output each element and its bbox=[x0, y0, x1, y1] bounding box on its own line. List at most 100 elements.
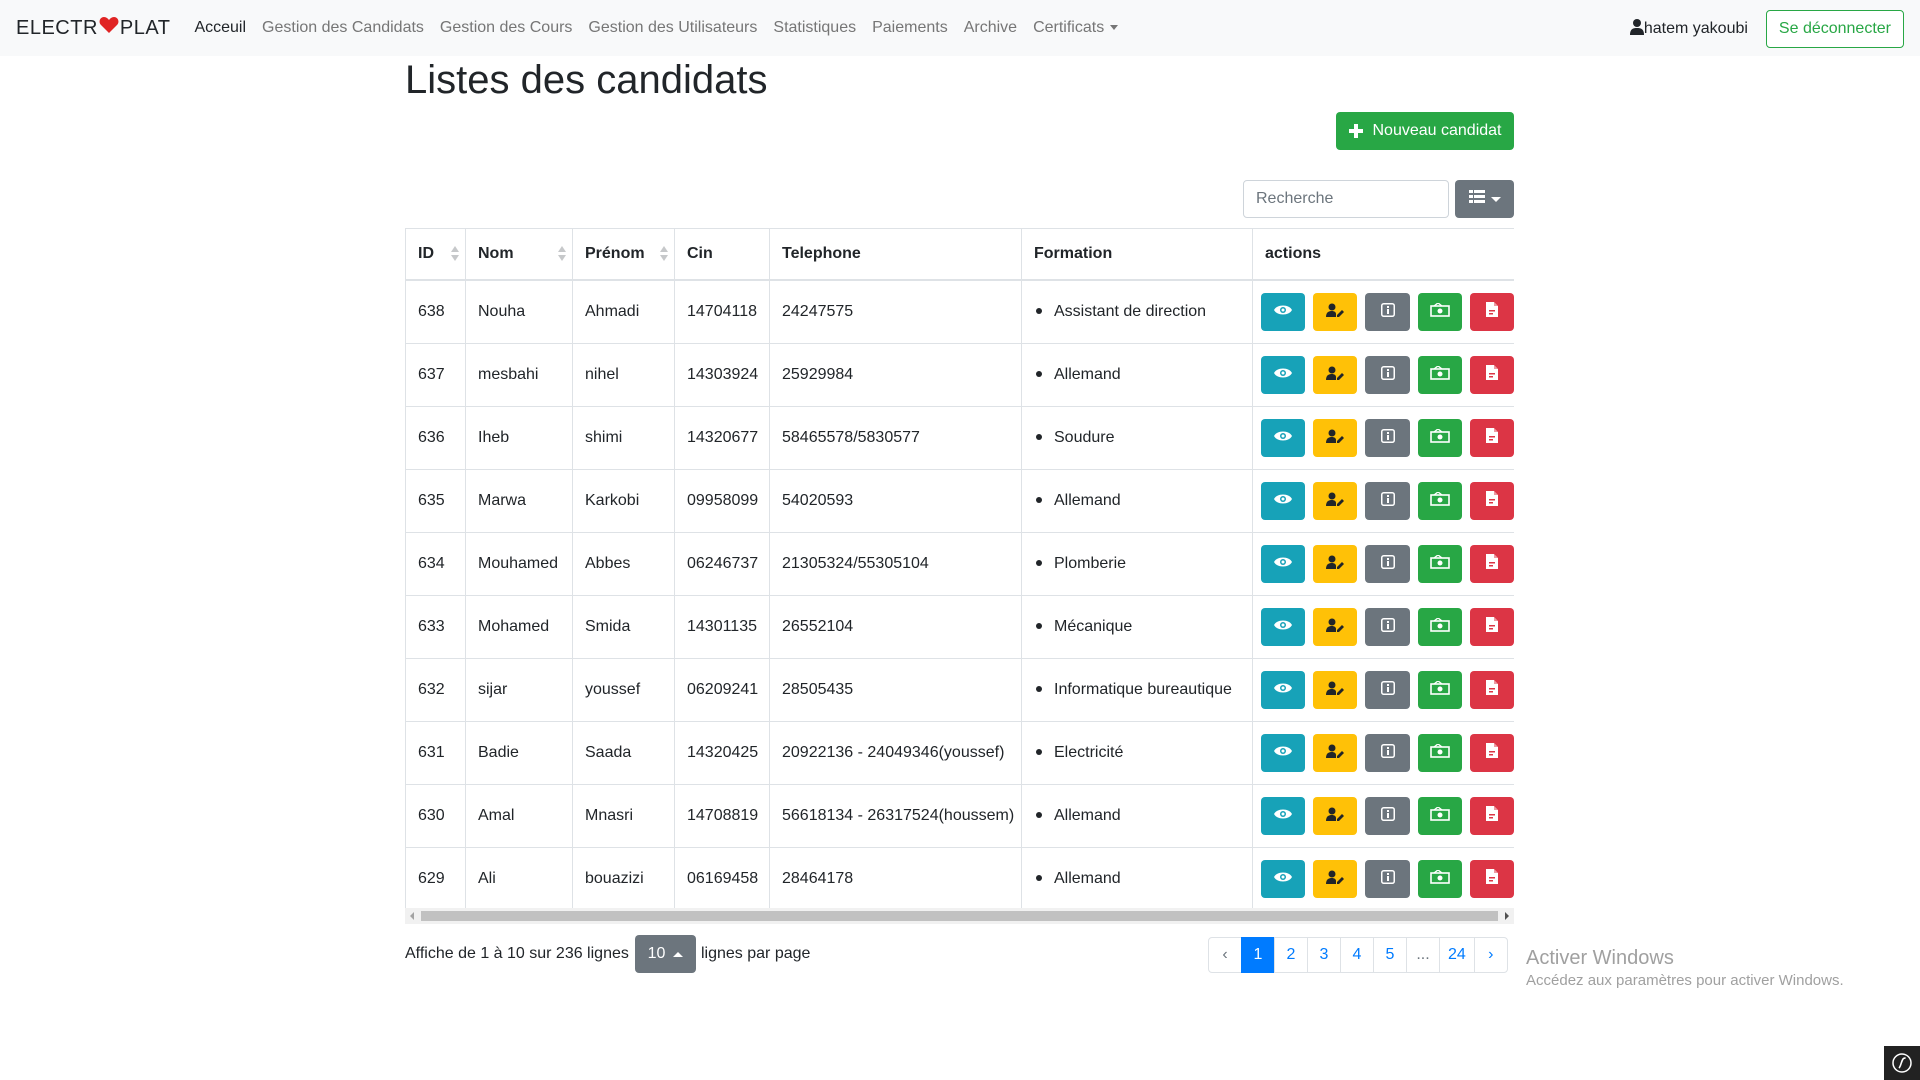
payment-button[interactable] bbox=[1417, 860, 1462, 898]
nav-archive[interactable]: Archive bbox=[956, 19, 1025, 37]
new-candidate-button[interactable]: Nouveau candidat bbox=[1336, 112, 1514, 150]
pdf-button[interactable] bbox=[1469, 860, 1514, 898]
col-header-prenom[interactable]: Prénom bbox=[572, 228, 675, 281]
info-button[interactable] bbox=[1365, 545, 1410, 583]
info-button[interactable] bbox=[1365, 356, 1410, 394]
cell-formation: Allemand bbox=[1021, 784, 1253, 848]
cell-actions bbox=[1252, 847, 1514, 911]
payment-button[interactable] bbox=[1417, 545, 1462, 583]
edit-button[interactable] bbox=[1313, 608, 1358, 646]
cell-telephone: 25929984 bbox=[769, 343, 1022, 407]
scrollbar-thumb[interactable] bbox=[421, 911, 1498, 921]
cell-cin: 06209241 bbox=[674, 658, 770, 722]
pdf-button[interactable] bbox=[1469, 608, 1514, 646]
info-button[interactable] bbox=[1365, 797, 1410, 835]
edit-button[interactable] bbox=[1313, 356, 1358, 394]
formation-label: Allemand bbox=[1054, 870, 1121, 887]
user-edit-icon bbox=[1326, 681, 1345, 700]
pdf-button[interactable] bbox=[1469, 671, 1514, 709]
edit-button[interactable] bbox=[1313, 419, 1358, 457]
info-button[interactable] bbox=[1365, 608, 1410, 646]
view-button[interactable] bbox=[1261, 545, 1306, 583]
columns-toggle-button[interactable] bbox=[1455, 180, 1514, 218]
edit-button[interactable] bbox=[1313, 545, 1358, 583]
pagination-page-4[interactable]: 4 bbox=[1340, 937, 1374, 973]
nav-acceuil[interactable]: Acceuil bbox=[186, 19, 254, 37]
view-button[interactable] bbox=[1261, 293, 1306, 331]
payment-button[interactable] bbox=[1417, 482, 1462, 520]
edit-button[interactable] bbox=[1313, 860, 1358, 898]
nav-statistiques[interactable]: Statistiques bbox=[765, 19, 864, 37]
pdf-button[interactable] bbox=[1469, 419, 1514, 457]
pagination-page-5[interactable]: 5 bbox=[1373, 937, 1407, 973]
pdf-button[interactable] bbox=[1469, 545, 1514, 583]
payment-button[interactable] bbox=[1417, 419, 1462, 457]
pdf-button[interactable] bbox=[1469, 482, 1514, 520]
pdf-button[interactable] bbox=[1469, 293, 1514, 331]
view-button[interactable] bbox=[1261, 419, 1306, 457]
pagination-page-24[interactable]: 24 bbox=[1439, 937, 1475, 973]
info-button[interactable] bbox=[1365, 860, 1410, 898]
pagination-next[interactable]: › bbox=[1473, 937, 1508, 973]
money-bill-icon bbox=[1429, 427, 1450, 448]
col-header-telephone: Telephone bbox=[769, 228, 1022, 281]
cell-actions bbox=[1252, 406, 1514, 470]
payment-button[interactable] bbox=[1417, 608, 1462, 646]
cell-formation: Assistant de direction bbox=[1021, 279, 1253, 344]
view-button[interactable] bbox=[1261, 671, 1306, 709]
symfony-toolbar-icon[interactable] bbox=[1884, 1046, 1920, 1080]
info-icon bbox=[1380, 869, 1395, 889]
logout-button[interactable]: Se déconnecter bbox=[1765, 10, 1904, 48]
edit-button[interactable] bbox=[1313, 671, 1358, 709]
nav-gestion-utilisateurs[interactable]: Gestion des Utilisateurs bbox=[580, 19, 765, 37]
nav-gestion-cours[interactable]: Gestion des Cours bbox=[432, 19, 581, 37]
nav-gestion-candidats[interactable]: Gestion des Candidats bbox=[254, 19, 432, 37]
brand-left: ELECTR bbox=[16, 16, 98, 39]
edit-button[interactable] bbox=[1313, 797, 1358, 835]
cell-telephone: 56618134 - 26317524(houssem) bbox=[769, 784, 1022, 848]
user-menu[interactable]: hatem yakoubi bbox=[1629, 18, 1748, 40]
scroll-right-arrow-icon[interactable] bbox=[1505, 912, 1509, 920]
info-button[interactable] bbox=[1365, 293, 1410, 331]
scroll-left-arrow-icon[interactable] bbox=[410, 912, 414, 920]
pdf-button[interactable] bbox=[1469, 797, 1514, 835]
search-input[interactable] bbox=[1243, 180, 1449, 218]
pagination-prev[interactable]: ‹ bbox=[1208, 937, 1242, 973]
pagination-page-1[interactable]: 1 bbox=[1241, 937, 1275, 973]
view-button[interactable] bbox=[1261, 356, 1306, 394]
payment-button[interactable] bbox=[1417, 734, 1462, 772]
col-header-id[interactable]: ID bbox=[405, 228, 466, 281]
heart-icon bbox=[99, 16, 119, 40]
edit-button[interactable] bbox=[1313, 293, 1358, 331]
col-header-nom[interactable]: Nom bbox=[465, 228, 573, 281]
view-button[interactable] bbox=[1261, 482, 1306, 520]
edit-button[interactable] bbox=[1313, 734, 1358, 772]
page-size-dropdown[interactable]: 10 bbox=[635, 935, 696, 973]
payment-button[interactable] bbox=[1417, 797, 1462, 835]
col-header-cin: Cin bbox=[674, 228, 770, 281]
info-button[interactable] bbox=[1365, 671, 1410, 709]
brand-logo[interactable]: ELECTR PLAT bbox=[16, 16, 170, 40]
table-header-row: ID Nom Prénom Cin Telephone Formation ac… bbox=[405, 228, 1514, 281]
money-bill-icon bbox=[1429, 616, 1450, 637]
info-button[interactable] bbox=[1365, 419, 1410, 457]
info-button[interactable] bbox=[1365, 482, 1410, 520]
horizontal-scrollbar[interactable] bbox=[405, 908, 1514, 924]
nav-paiements[interactable]: Paiements bbox=[864, 19, 956, 37]
payment-button[interactable] bbox=[1417, 293, 1462, 331]
pagination-page-3[interactable]: 3 bbox=[1307, 937, 1341, 973]
nav-certificats-dropdown[interactable]: Certificats bbox=[1025, 19, 1126, 37]
pdf-button[interactable] bbox=[1469, 356, 1514, 394]
view-button[interactable] bbox=[1261, 608, 1306, 646]
info-button[interactable] bbox=[1365, 734, 1410, 772]
view-button[interactable] bbox=[1261, 797, 1306, 835]
view-button[interactable] bbox=[1261, 860, 1306, 898]
payment-button[interactable] bbox=[1417, 671, 1462, 709]
pagination-page-2[interactable]: 2 bbox=[1274, 937, 1308, 973]
payment-button[interactable] bbox=[1417, 356, 1462, 394]
view-button[interactable] bbox=[1261, 734, 1306, 772]
pdf-button[interactable] bbox=[1469, 734, 1514, 772]
edit-button[interactable] bbox=[1313, 482, 1358, 520]
bullet-icon bbox=[1036, 748, 1042, 755]
col-header-actions: actions bbox=[1252, 228, 1514, 281]
